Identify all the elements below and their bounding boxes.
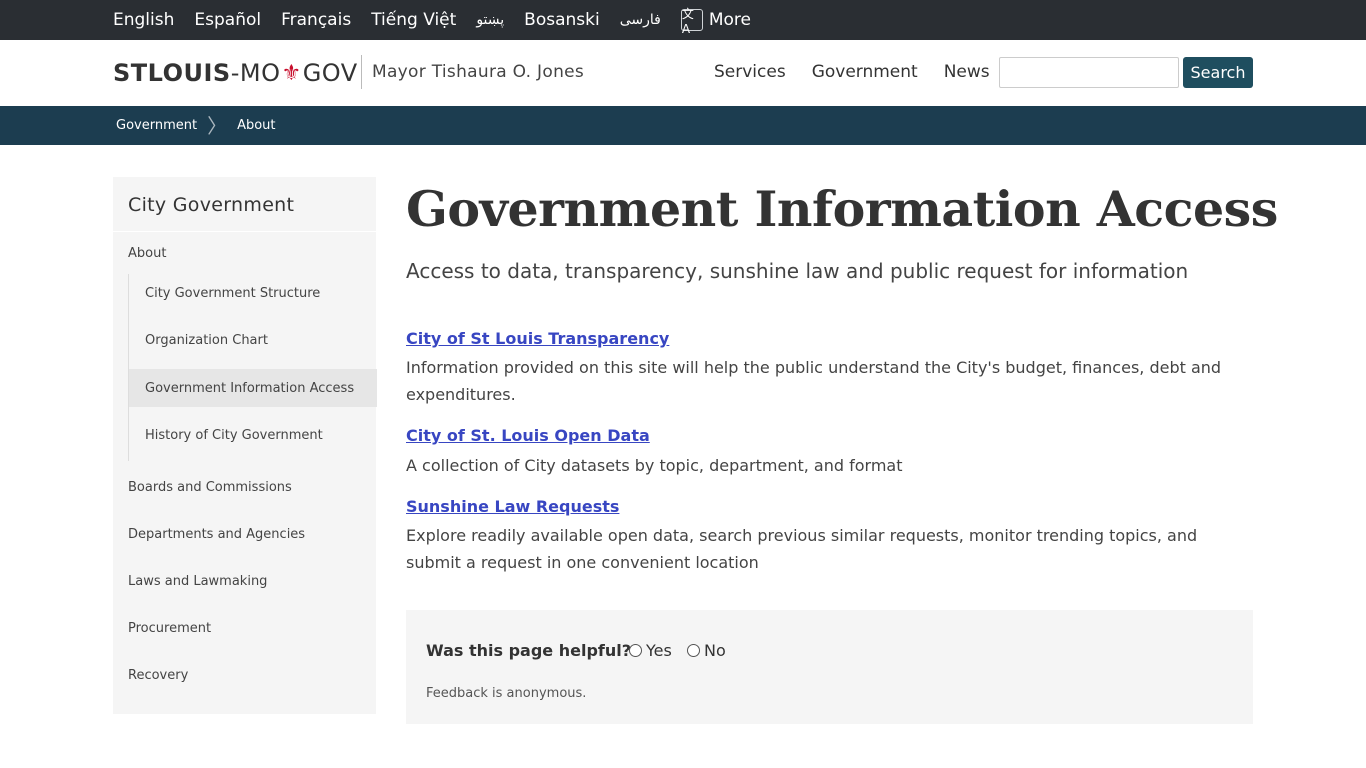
sidebar-item-laws-and-lawmaking[interactable]: Laws and Lawmaking (128, 574, 267, 589)
feedback-no-option[interactable]: No (687, 641, 726, 660)
lang-tieng-viet[interactable]: Tiếng Việt (371, 10, 456, 30)
lang-pashto[interactable]: پښتو (476, 12, 504, 28)
feedback-no-radio[interactable] (687, 644, 700, 657)
feedback-panel: Was this page helpful? Yes No Feedback i… (406, 610, 1253, 724)
sidebar: City Government About City Government St… (113, 177, 377, 714)
lang-bosanski[interactable]: Bosanski (524, 10, 600, 30)
lang-espanol[interactable]: Español (194, 10, 261, 30)
nav-government[interactable]: Government (812, 62, 918, 82)
page-title: Government Information Access (406, 180, 1278, 238)
feedback-question: Was this page helpful? (426, 641, 632, 660)
sidebar-title-divider (113, 231, 376, 232)
feedback-note: Feedback is anonymous. (426, 686, 587, 701)
logo-text-gov: GOV (302, 59, 358, 87)
transparency-description: Information provided on this site will h… (406, 358, 1222, 404)
sunshine-law-link[interactable]: Sunshine Law Requests (406, 497, 619, 516)
nav-services[interactable]: Services (714, 62, 786, 82)
lang-francais[interactable]: Français (281, 10, 351, 30)
sidebar-subnav: City Government Structure Organization C… (128, 274, 377, 461)
transparency-link[interactable]: City of St Louis Transparency (406, 329, 669, 348)
sidebar-subitem-city-government-structure[interactable]: City Government Structure (129, 274, 377, 312)
fleur-de-lis-icon: ⚜ (281, 60, 302, 86)
search-button[interactable]: Search (1183, 57, 1253, 88)
open-data-link[interactable]: City of St. Louis Open Data (406, 426, 650, 445)
sidebar-item-boards-and-commissions[interactable]: Boards and Commissions (128, 480, 292, 495)
site-logo[interactable]: STLOUIS -MO ⚜ GOV (113, 59, 358, 87)
sidebar-item-departments-and-agencies[interactable]: Departments and Agencies (128, 527, 305, 542)
sidebar-title[interactable]: City Government (128, 194, 294, 216)
sidebar-item-procurement[interactable]: Procurement (128, 621, 211, 636)
feedback-no-label: No (704, 641, 726, 660)
breadcrumb-about[interactable]: About (237, 118, 275, 133)
search-input[interactable] (999, 57, 1179, 88)
breadcrumb-chevron-icon: 〉 (207, 113, 228, 138)
logo-text-mo: -MO (230, 59, 281, 87)
sunshine-law-description: Explore readily available open data, sea… (406, 526, 1198, 572)
feedback-yes-radio[interactable] (629, 644, 642, 657)
more-languages-label: More (708, 10, 751, 30)
more-languages-button[interactable]: 文A More (680, 7, 751, 36)
open-data-description: A collection of City datasets by topic, … (406, 456, 903, 475)
feedback-yes-option[interactable]: Yes (629, 641, 672, 660)
sidebar-item-recovery[interactable]: Recovery (128, 668, 188, 683)
logo-text-stlouis: STLOUIS (113, 59, 231, 87)
sidebar-item-about[interactable]: About (128, 246, 166, 261)
sidebar-subitem-government-information-access[interactable]: Government Information Access (129, 369, 377, 407)
nav-news[interactable]: News (944, 62, 990, 82)
breadcrumb-bar: Government 〉 About (0, 106, 1366, 145)
sidebar-subitem-history-of-city-government[interactable]: History of City Government (129, 416, 377, 454)
main-nav: Services Government News (714, 62, 990, 82)
page-subtitle: Access to data, transparency, sunshine l… (406, 259, 1189, 283)
sidebar-subitem-organization-chart[interactable]: Organization Chart (129, 321, 377, 359)
language-list: English Español Français Tiếng Việt پښتو… (113, 0, 751, 40)
logo-divider (361, 55, 362, 89)
lang-english[interactable]: English (113, 10, 174, 30)
mayor-name: Mayor Tishaura O. Jones (372, 62, 585, 82)
breadcrumb: Government 〉 About (116, 106, 276, 145)
breadcrumb-government[interactable]: Government (116, 118, 197, 133)
site-header: STLOUIS -MO ⚜ GOV Mayor Tishaura O. Jone… (0, 40, 1366, 106)
translate-icon: 文A (680, 7, 703, 36)
lang-farsi[interactable]: فارسی (620, 12, 661, 28)
language-bar: English Español Français Tiếng Việt پښتو… (0, 0, 1366, 40)
feedback-yes-label: Yes (646, 641, 672, 660)
